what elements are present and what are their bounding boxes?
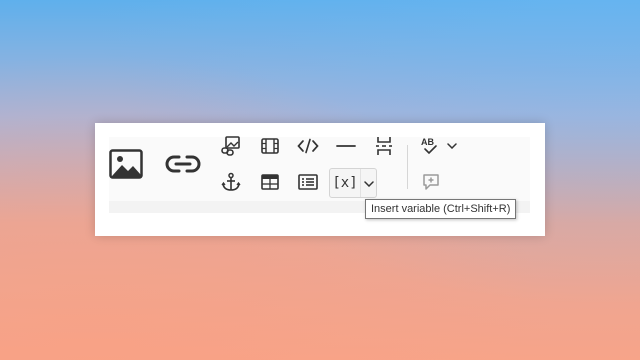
insert-picture-button[interactable] xyxy=(105,143,147,185)
image-icon xyxy=(109,149,143,179)
link-icon xyxy=(164,153,202,175)
spellcheck-icon: AB xyxy=(420,136,440,156)
table-icon xyxy=(261,174,279,190)
insert-link-button[interactable] xyxy=(162,143,204,185)
toolbar-divider xyxy=(407,145,408,189)
insert-variable-button[interactable]: [x] xyxy=(330,169,360,197)
image-link-icon xyxy=(221,136,241,156)
svg-text:AB: AB xyxy=(421,137,434,147)
variable-icon: [x] xyxy=(332,175,358,191)
code-icon xyxy=(297,138,319,154)
insert-horizontal-line-button[interactable] xyxy=(333,133,359,159)
chevron-down-icon xyxy=(447,143,457,149)
insert-code-button[interactable] xyxy=(295,133,321,159)
page-break-icon xyxy=(375,136,393,156)
film-icon xyxy=(261,138,279,154)
comment-add-icon xyxy=(422,173,440,191)
anchor-icon xyxy=(221,172,241,192)
insert-media-button[interactable] xyxy=(257,133,283,159)
insert-image-link-button[interactable] xyxy=(218,133,244,159)
insert-table-button[interactable] xyxy=(257,169,283,195)
insert-comment-button[interactable] xyxy=(418,169,444,195)
horizontal-line-icon xyxy=(336,144,356,148)
spell-check-dropdown-button[interactable] xyxy=(444,133,460,159)
insert-page-break-button[interactable] xyxy=(371,133,397,159)
spell-check-button[interactable]: AB xyxy=(418,133,442,159)
insert-variable-dropdown-button[interactable] xyxy=(360,169,377,197)
text-box-icon xyxy=(298,174,318,190)
insert-anchor-button[interactable] xyxy=(218,169,244,195)
editor-toolbar-panel: [x] AB Insert variable (Ctrl+Shift+R) xyxy=(95,123,545,236)
insert-variable-tooltip: Insert variable (Ctrl+Shift+R) xyxy=(365,199,517,219)
insert-variable-split-button[interactable]: [x] xyxy=(329,168,377,198)
insert-text-box-button[interactable] xyxy=(295,169,321,195)
chevron-down-icon xyxy=(364,174,374,192)
